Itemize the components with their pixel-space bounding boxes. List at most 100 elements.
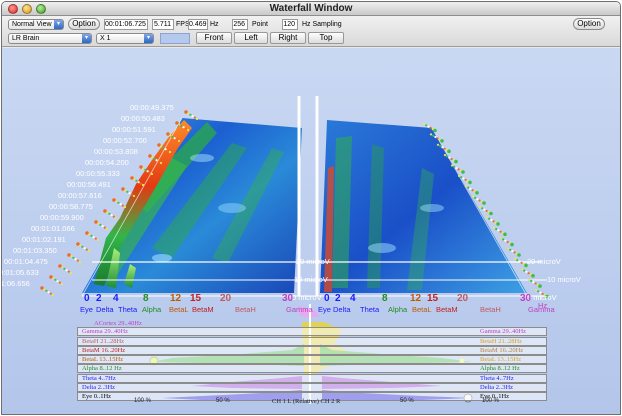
time-tick-dot [177,139,181,143]
time-tick-dot [114,216,118,220]
time-tick-dot [450,157,453,161]
sampling-label: Hz Sampling [302,21,342,28]
percent-right-100: 100 % [482,398,500,404]
front-view-button[interactable]: Front [196,32,232,44]
time-tick-dot [146,170,149,173]
time-tick-dot [516,259,519,262]
time-tick-dot [184,127,187,130]
time-tick-dot [191,115,194,118]
band-row-label-left: Theta 4..7Hz [82,375,116,382]
time-tick-dot [76,259,79,262]
view-mode-select[interactable]: Normal View ▾ [8,19,64,30]
time-tick-dot [160,145,163,148]
left-view-button[interactable]: Left [234,32,268,44]
freq-right-12: 12 [410,293,422,304]
timestamp-label: 00:00:59.900 [40,213,84,222]
time-tick-dot [432,134,435,137]
time-tick-dot [67,270,70,273]
time-tick-dot [513,251,516,254]
time-tick-dot [74,258,77,261]
option-button-right[interactable]: Option [573,18,605,30]
time-tick-dot [497,229,500,232]
toolbar: Normal View ▾ Option 00:01:06.725 5.711 … [2,16,620,47]
band-row-label-left: ACortex 29..40Hz [94,320,142,327]
freq-right-20: 20 [457,293,469,304]
time-tick-dot [78,260,82,264]
time-tick-dot [464,185,468,188]
time-tick-dot [434,135,437,139]
time-tick-dot [517,253,521,257]
band-row [77,374,547,383]
freq-right-0: 0 [324,293,330,304]
time-tick-dot [150,172,154,176]
time-tick-dot [532,281,535,284]
window-title: Waterfall Window [269,3,353,14]
time-tick-dot [534,282,537,285]
band-row-label-right: BetaH 21..28Hz [480,338,523,345]
band-row [77,383,547,392]
left-highlight [152,254,172,262]
time-tick-dot [49,292,52,295]
time-tick-dot [141,183,145,187]
top-view-button[interactable]: Top [308,32,344,44]
band-right-betah: BetaH [480,305,501,314]
time-tick-dot [87,249,91,253]
right-highlight [368,243,396,253]
time-tick-dot [433,128,437,133]
time-tick-dot [51,293,55,297]
time-tick-dot [88,233,91,236]
freq-right-2: 2 [335,293,341,304]
time-tick-dot [60,282,64,286]
time-tick-dot [476,198,479,201]
time-tick-dot [502,238,505,241]
time-tick-dot [460,176,463,179]
freq-right-15: 15 [427,293,439,304]
time-tick-dot [478,199,481,202]
time-tick-dot [159,161,163,165]
band-right-gamma: Gamma [528,305,555,314]
band-right-betal: BetaL [412,305,432,314]
band-row-label-left: Eye 0..1Hz [82,393,112,400]
time-tick-dot [509,248,512,251]
brain-select[interactable]: LR Brain ▾ [8,33,92,44]
amplitude-label-right-10: 10 microV [547,275,581,284]
time-tick-dot [72,256,75,259]
time-tick-dot [503,232,507,237]
time-tick-dot [135,179,138,182]
time-tick-dot [128,192,131,195]
percent-left-50: 50 % [216,398,230,404]
timestamp-label: 00:01:04.475 [4,257,48,266]
time-tick-dot [137,181,140,184]
amplitude-label-10: 10 microV [294,275,328,284]
time-tick-dot [153,157,156,160]
amplitude-label-0: 0 microV [292,293,322,302]
time-tick-dot [126,190,129,193]
fps-label: FPS [176,21,190,28]
scale-select[interactable]: X 1 ▾ [96,33,154,44]
timestamp-label: 00:01:05.633 [2,268,39,277]
time-tick-dot [474,196,477,199]
color-swatch[interactable] [160,33,190,44]
chevron-down-icon: ▾ [54,20,63,29]
time-tick-dot [162,146,165,149]
time-tick-dot [485,209,488,212]
channel-relative-label: CH 1 L (Relative) CH 2 R [272,398,341,405]
time-tick-dot [43,288,46,291]
time-tick-dot [45,289,48,292]
time-tick-dot [70,255,73,258]
hz-rez-label: Hz Rez [210,21,222,39]
time-tick-dot [485,216,489,219]
time-tick-dot [506,240,509,244]
time-tick-dot [520,268,524,271]
waterfall-3d-view[interactable]: 00:00:49.375 00:00:50.483 00:00:51.591 00:0… [2,48,620,414]
option-button-left[interactable]: Option [68,18,100,30]
brain-select-value: LR Brain [12,35,40,42]
right-view-button[interactable]: Right [270,32,306,44]
time-tick-dot [511,250,514,253]
time-tick-dot [510,242,514,247]
time-tick-dot [81,245,84,248]
time-tick-dot [119,203,122,206]
time-tick-dot [193,116,196,119]
freq-right-30: 30 [520,293,532,304]
time-tick-dot [144,168,147,171]
